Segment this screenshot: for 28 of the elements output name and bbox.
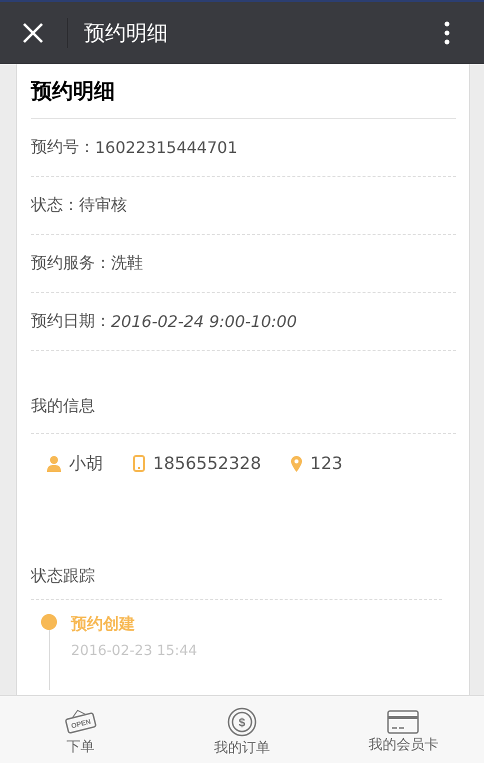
close-button[interactable] xyxy=(22,22,44,44)
field-value: 洗鞋 xyxy=(111,253,143,274)
timeline-dot xyxy=(41,614,57,630)
event-title: 预约创建 xyxy=(71,614,136,635)
nav-tab[interactable]: $ 我的订单 xyxy=(161,696,323,763)
field-label: 预约日期： xyxy=(31,311,111,332)
info-text: 1856552328 xyxy=(153,454,262,474)
more-button[interactable] xyxy=(444,21,450,45)
field-value: 2016-02-24 9:00-10:00 xyxy=(111,312,297,331)
field-value: 16022315444701 xyxy=(95,138,238,157)
field-label: 预约号： xyxy=(31,137,95,158)
card-heading: 预约明细 xyxy=(31,64,456,119)
section-heading: 状态跟踪 xyxy=(31,566,95,587)
field-value: 待审核 xyxy=(79,195,127,216)
window-title: 预约明细 xyxy=(84,20,169,47)
more-icon xyxy=(444,21,450,45)
info-text: 123 xyxy=(310,454,343,474)
field-label: 预约服务： xyxy=(31,253,111,274)
phone-icon xyxy=(133,455,145,472)
field-label: 状态： xyxy=(31,195,79,216)
dollar-coin-icon: $ xyxy=(226,706,257,736)
person-icon xyxy=(47,456,61,472)
nav-tab[interactable]: 我的会员卡 xyxy=(322,696,484,763)
close-icon xyxy=(22,22,44,44)
location-pin-icon xyxy=(291,456,302,472)
section-heading: 我的信息 xyxy=(31,396,95,417)
credit-card-icon xyxy=(387,710,420,734)
info-text: 小胡 xyxy=(69,453,103,475)
